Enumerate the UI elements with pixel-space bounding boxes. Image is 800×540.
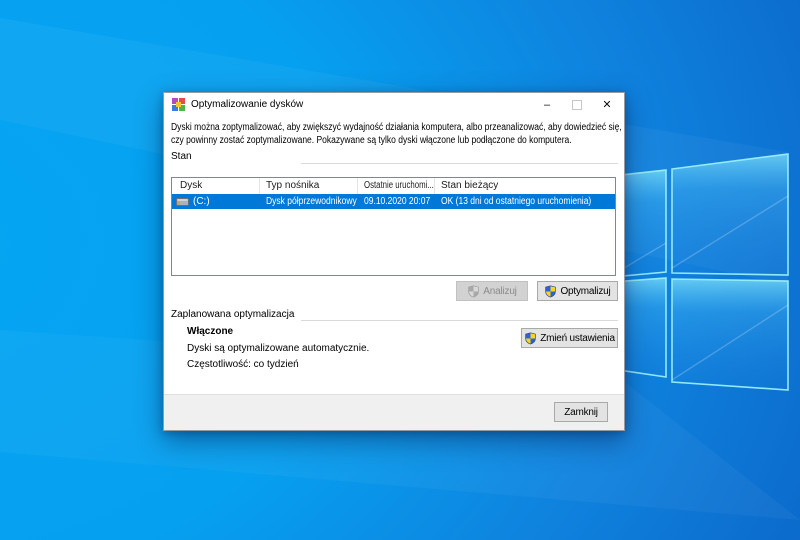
column-header-last-run[interactable]: Ostatnie uruchomi... bbox=[358, 178, 435, 194]
drives-listview: Dysk Typ nośnika Ostatnie uruchomi... St… bbox=[171, 177, 616, 276]
intro-line-2: czy powinny zostać zoptymalizowane. Poka… bbox=[171, 135, 572, 146]
uac-shield-icon-disabled bbox=[468, 284, 479, 297]
logo-pane-bottom-right bbox=[671, 278, 789, 391]
maximize-button bbox=[562, 93, 592, 116]
window-title: Optymalizowanie dysków bbox=[191, 99, 304, 110]
drive-icon bbox=[176, 198, 189, 206]
change-settings-button[interactable]: Zmień ustawienia bbox=[521, 328, 618, 348]
column-header-media-type[interactable]: Typ nośnika bbox=[260, 178, 358, 194]
schedule-frequency: Częstotliwość: co tydzień bbox=[187, 359, 299, 370]
schedule-group-label: Zaplanowana optymalizacja bbox=[171, 309, 295, 320]
optimize-drives-dialog: Optymalizowanie dysków – ✕ Dyski można z… bbox=[163, 92, 625, 431]
schedule-group-divider bbox=[301, 320, 618, 321]
close-button[interactable]: ✕ bbox=[592, 93, 622, 116]
cell-last-run: 09.10.2020 20:07 bbox=[364, 196, 431, 207]
intro-text: Dyski można zoptymalizować, aby zwiększy… bbox=[171, 121, 622, 147]
schedule-state: Włączone bbox=[187, 326, 234, 337]
dialog-footer: Zamknij bbox=[164, 394, 624, 430]
defrag-app-icon bbox=[172, 98, 185, 111]
optimize-button[interactable]: Optymalizuj bbox=[537, 281, 618, 301]
close-dialog-button[interactable]: Zamknij bbox=[554, 402, 608, 422]
status-group-label: Stan bbox=[171, 151, 192, 162]
column-header-current-state[interactable]: Stan bieżący bbox=[435, 178, 615, 194]
maximize-icon bbox=[572, 99, 582, 110]
minimize-button[interactable]: – bbox=[532, 93, 562, 116]
column-header-disk[interactable]: Dysk bbox=[172, 178, 260, 194]
analyze-button[interactable]: Analizuj bbox=[456, 281, 528, 301]
listview-header: Dysk Typ nośnika Ostatnie uruchomi... St… bbox=[172, 178, 615, 194]
drive-row-c[interactable]: (C:) Dysk półprzewodnikowy 09.10.2020 20… bbox=[172, 194, 615, 209]
uac-shield-icon bbox=[545, 284, 557, 297]
titlebar: Optymalizowanie dysków – ✕ bbox=[164, 93, 624, 116]
cell-disk: (C:) bbox=[172, 196, 260, 207]
intro-line-1: Dyski można zoptymalizować, aby zwiększy… bbox=[171, 122, 622, 133]
uac-shield-icon bbox=[525, 331, 536, 344]
cell-current-state: OK (13 dni od ostatniego uruchomienia) bbox=[441, 196, 592, 207]
cell-media-type: Dysk półprzewodnikowy bbox=[266, 196, 357, 207]
status-group-divider bbox=[301, 163, 618, 164]
schedule-description: Dyski są optymalizowane automatycznie. bbox=[187, 343, 370, 354]
